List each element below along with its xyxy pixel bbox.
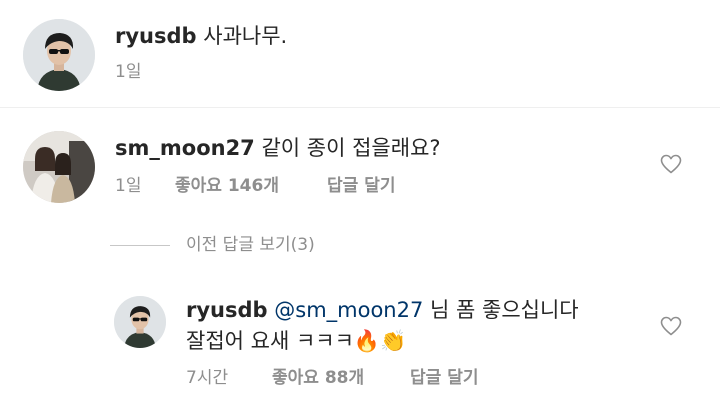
caption-divider (0, 107, 720, 108)
comment-meta: 1일 좋아요 146개 답글 달기 (115, 175, 435, 197)
comment-likes[interactable]: 좋아요 146개 (175, 175, 279, 197)
reply-reply-button[interactable]: 답글 달기 (410, 367, 478, 389)
reply-username[interactable]: ryusdb (186, 298, 268, 322)
avatar-sm_moon27[interactable] (23, 131, 95, 203)
caption-username[interactable]: ryusdb (115, 24, 197, 48)
comment-reply-button[interactable]: 답글 달기 (327, 175, 395, 197)
heart-icon[interactable] (658, 314, 684, 338)
avatar-ryusdb[interactable] (23, 19, 95, 91)
reply-meta: 7시간 좋아요 88개 답글 달기 (186, 367, 516, 389)
reply-body-line2: 잘접어 요새 ㅋㅋㅋ🔥👏 (186, 329, 407, 353)
avatar-ryusdb-reply[interactable] (114, 296, 166, 348)
comment-username[interactable]: sm_moon27 (115, 136, 255, 160)
caption-time[interactable]: 1일 (115, 61, 141, 83)
avatar-image (23, 19, 95, 91)
avatar-image (23, 131, 95, 203)
comment-body: 같이 종이 접을래요? (261, 136, 441, 160)
reply-likes[interactable]: 좋아요 88개 (272, 367, 364, 389)
caption-text: ryusdb 사과나무. (115, 21, 287, 51)
reply-text-line1: ryusdb @sm_moon27 님 폼 좋으십니다 (186, 295, 579, 325)
reply-body-line1: 님 폼 좋으십니다 (430, 298, 579, 322)
caption-body: 사과나무. (203, 24, 288, 48)
reply-text-line2: 잘접어 요새 ㅋㅋㅋ🔥👏 (186, 326, 406, 356)
replies-rule (110, 245, 170, 246)
caption-meta: 1일 (115, 61, 315, 83)
heart-icon[interactable] (658, 152, 684, 176)
view-replies-label: 이전 답글 보기(3) (186, 235, 315, 255)
comment-time[interactable]: 1일 (115, 175, 141, 197)
comment-text: sm_moon27 같이 종이 접을래요? (115, 133, 441, 163)
reply-time[interactable]: 7시간 (186, 367, 228, 389)
reply-mention[interactable]: @sm_moon27 (274, 298, 423, 322)
avatar-image (114, 296, 166, 348)
